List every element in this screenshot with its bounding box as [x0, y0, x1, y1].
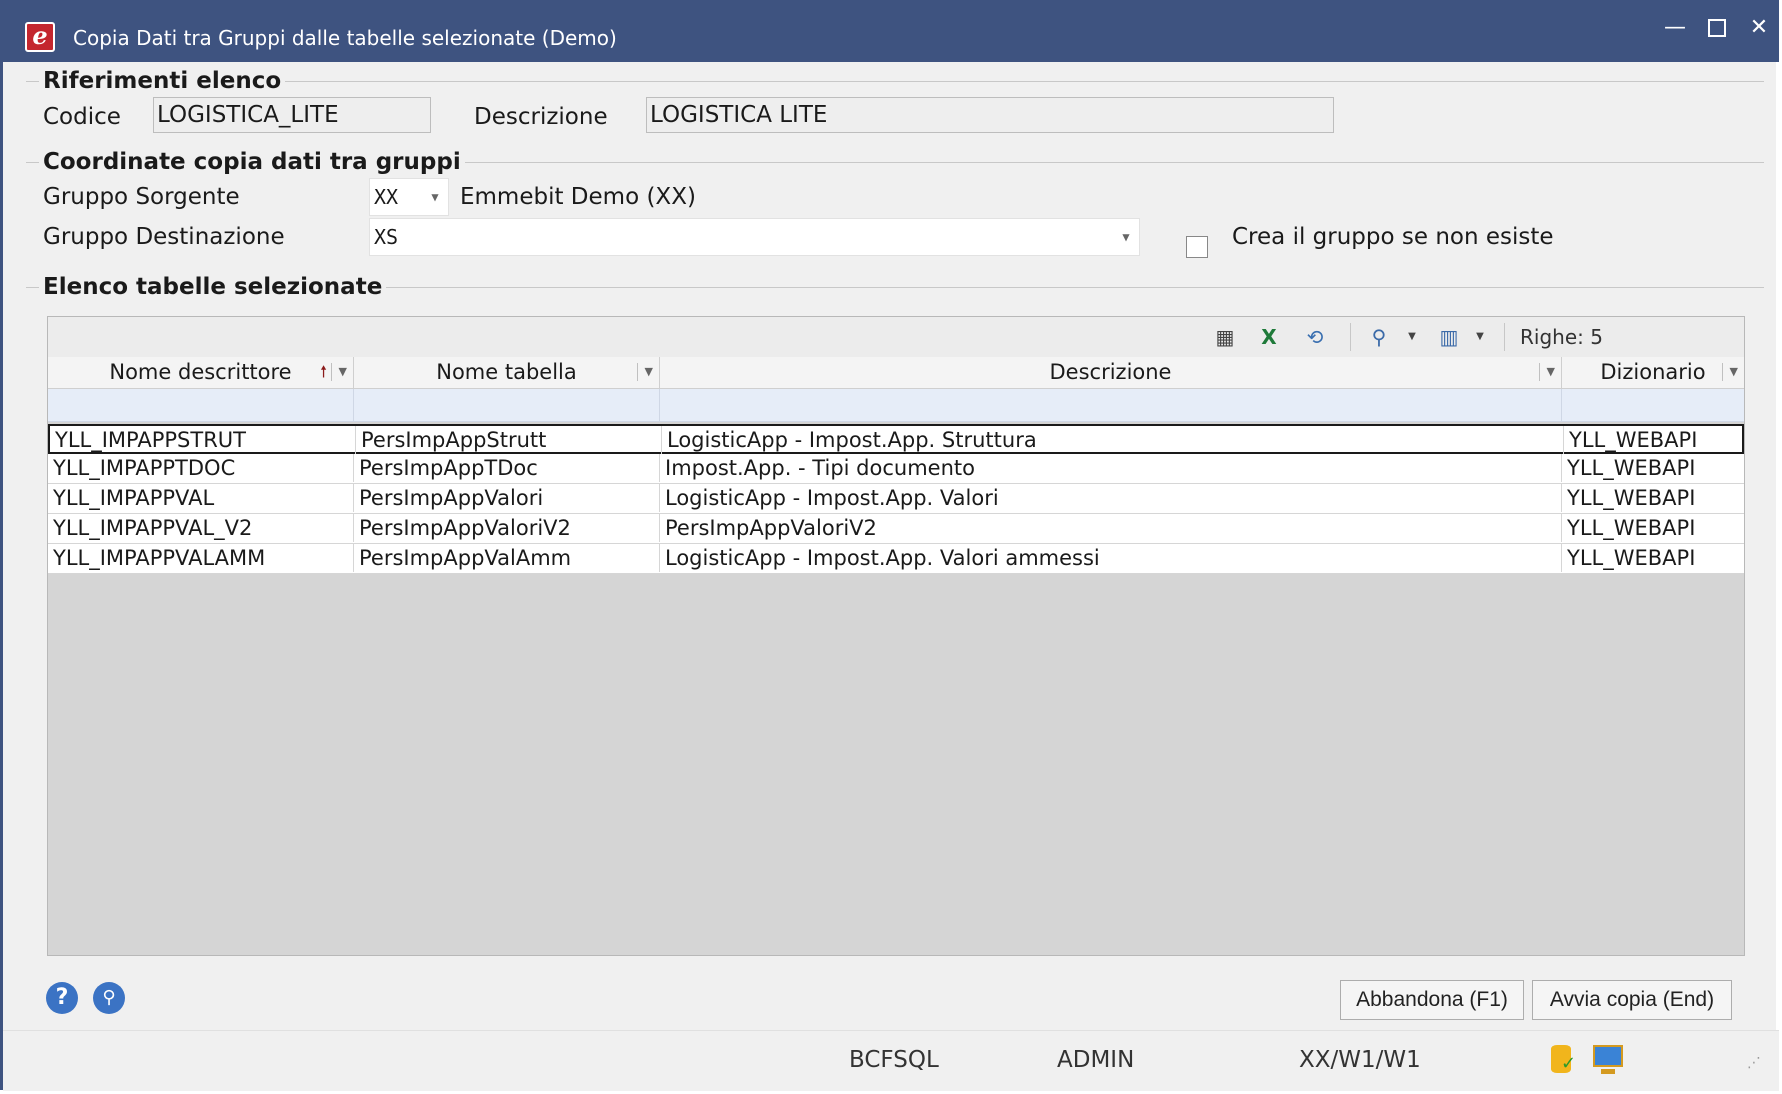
group-coordinate: Coordinate copia dati tra gruppi — [6, 147, 1764, 177]
table-row[interactable]: YLL_IMPAPPVAL PersImpAppValori LogisticA… — [48, 484, 1744, 514]
cell-dizionario[interactable]: YLL_WEBAPI — [1562, 454, 1744, 482]
cell-nome-tabella[interactable]: PersImpAppValAmm — [354, 544, 660, 572]
column-filter-dropdown-icon[interactable]: ▼ — [1538, 357, 1555, 387]
crea-gruppo-checkbox[interactable] — [1186, 236, 1208, 258]
gruppo-sorgente-value: XX — [374, 185, 399, 209]
group-elenco: Elenco tabelle selezionate — [6, 272, 1764, 302]
table-row[interactable]: YLL_IMPAPPTDOC PersImpAppTDoc Impost.App… — [48, 454, 1744, 484]
cell-descrizione[interactable]: LogisticApp - Impost.App. Valori ammessi — [660, 544, 1562, 572]
chevron-down-icon[interactable]: ▼ — [1472, 322, 1488, 352]
group-title: Riferimenti elenco — [39, 66, 286, 96]
status-bar: BCFSQL ADMIN XX/W1/W1 ⋰ — [3, 1030, 1779, 1091]
grid-toolbar: ▦ X ⟲ ⚲ ▼ ▥ ▼ Righe: 5 — [48, 317, 1744, 358]
gruppo-destinazione-combo[interactable]: XS ▼ — [369, 218, 1140, 256]
database-connected-icon — [1551, 1045, 1576, 1074]
descrizione-field[interactable]: LOGISTICA LITE — [646, 97, 1334, 133]
gruppo-destinazione-value: XS — [374, 225, 399, 249]
gruppo-sorgente-combo[interactable]: XX ▼ — [369, 178, 449, 216]
rows-count: Righe: 5 — [1520, 325, 1603, 349]
sort-ascending-icon[interactable]: 🠕 — [320, 357, 327, 387]
group-title: Elenco tabelle selezionate — [39, 272, 387, 302]
maximize-icon — [1708, 19, 1726, 37]
cell-nome-descrittore[interactable]: YLL_IMPAPPSTRUT — [50, 426, 356, 454]
title-bar[interactable]: e Copia Dati tra Gruppi dalle tabelle se… — [3, 0, 1779, 62]
filter-cell[interactable] — [354, 389, 660, 421]
maximize-button[interactable] — [1697, 10, 1737, 46]
cell-nome-tabella[interactable]: PersImpAppValoriV2 — [354, 514, 660, 542]
cell-descrizione[interactable]: Impost.App. - Tipi documento — [660, 454, 1562, 482]
tables-grid: ▦ X ⟲ ⚲ ▼ ▥ ▼ Righe: 5 Nome descrittore … — [47, 316, 1745, 956]
column-header-label: Nome tabella — [436, 360, 577, 384]
table-row[interactable]: YLL_IMPAPPVAL_V2 PersImpAppValoriV2 Pers… — [48, 514, 1744, 544]
gruppo-sorgente-label: Gruppo Sorgente — [43, 184, 240, 210]
close-button[interactable]: ✕ — [1739, 10, 1779, 46]
cell-nome-tabella[interactable]: PersImpAppStrutt — [356, 426, 662, 454]
filter-cell[interactable] — [1562, 389, 1744, 421]
gruppo-sorgente-description: Emmebit Demo (XX) — [460, 184, 696, 210]
avvia-copia-button[interactable]: Avvia copia (End) — [1532, 980, 1732, 1020]
codice-field[interactable]: LOGISTICA_LITE — [153, 97, 431, 133]
descrizione-label: Descrizione — [474, 104, 608, 130]
zoom-search-button[interactable]: ⚲ — [93, 982, 125, 1014]
status-server: BCFSQL — [849, 1047, 939, 1073]
refresh-layout-icon[interactable]: ⟲ — [1298, 322, 1332, 352]
status-context: XX/W1/W1 — [1299, 1047, 1421, 1073]
cell-dizionario[interactable]: YLL_WEBAPI — [1562, 484, 1744, 512]
resize-grip-icon[interactable]: ⋰ — [1747, 1055, 1761, 1071]
chevron-down-icon[interactable]: ▼ — [1404, 322, 1420, 352]
minimize-button[interactable]: — — [1655, 10, 1695, 46]
crea-gruppo-label[interactable]: Crea il gruppo se non esiste — [1232, 222, 1554, 252]
dialog-content: Riferimenti elenco Codice LOGISTICA_LITE… — [6, 62, 1776, 1030]
column-header-label: Nome descrittore — [109, 360, 292, 384]
column-header-descrizione[interactable]: Descrizione ▼ — [660, 357, 1562, 389]
filter-cell[interactable] — [48, 389, 354, 421]
column-header-nome-tabella[interactable]: Nome tabella ▼ — [354, 357, 660, 389]
cell-nome-descrittore[interactable]: YLL_IMPAPPTDOC — [48, 454, 354, 482]
cell-descrizione[interactable]: PersImpAppValoriV2 — [660, 514, 1562, 542]
toolbar-separator — [1350, 323, 1351, 351]
cell-dizionario[interactable]: YLL_WEBAPI — [1562, 514, 1744, 542]
filter-cell[interactable] — [660, 389, 1562, 421]
cell-nome-tabella[interactable]: PersImpAppTDoc — [354, 454, 660, 482]
column-chooser-icon[interactable]: ▥ — [1432, 322, 1466, 352]
toolbar-separator — [1504, 323, 1505, 351]
chevron-down-icon[interactable]: ▼ — [422, 179, 448, 215]
status-user: ADMIN — [1057, 1047, 1135, 1073]
cell-descrizione[interactable]: LogisticApp - Impost.App. Valori — [660, 484, 1562, 512]
chevron-down-icon[interactable]: ▼ — [1113, 219, 1139, 255]
codice-label: Codice — [43, 104, 121, 130]
excel-export-icon[interactable]: X — [1252, 322, 1286, 352]
window-title: Copia Dati tra Gruppi dalle tabelle sele… — [73, 26, 617, 50]
search-icon[interactable]: ⚲ — [1362, 322, 1396, 352]
dialog-window: e Copia Dati tra Gruppi dalle tabelle se… — [0, 0, 1779, 1091]
cell-nome-descrittore[interactable]: YLL_IMPAPPVAL — [48, 484, 354, 512]
cell-dizionario[interactable]: YLL_WEBAPI — [1564, 426, 1744, 454]
column-filter-dropdown-icon[interactable]: ▼ — [330, 357, 347, 387]
cell-nome-descrittore[interactable]: YLL_IMPAPPVALAMM — [48, 544, 354, 572]
abbandona-button[interactable]: Abbandona (F1) — [1340, 980, 1524, 1020]
column-header-nome-descrittore[interactable]: Nome descrittore 🠕 ▼ — [48, 357, 354, 389]
magnifier-icon: ⚲ — [102, 987, 116, 1008]
column-header-label: Dizionario — [1600, 360, 1706, 384]
table-row[interactable]: YLL_IMPAPPVALAMM PersImpAppValAmm Logist… — [48, 544, 1744, 574]
cell-nome-descrittore[interactable]: YLL_IMPAPPVAL_V2 — [48, 514, 354, 542]
cell-nome-tabella[interactable]: PersImpAppValori — [354, 484, 660, 512]
app-logo-icon: e — [25, 22, 55, 52]
group-divider — [26, 81, 1764, 82]
gruppo-destinazione-label: Gruppo Destinazione — [43, 224, 285, 250]
group-title: Coordinate copia dati tra gruppi — [39, 147, 465, 177]
cell-dizionario[interactable]: YLL_WEBAPI — [1562, 544, 1744, 572]
print-grid-icon[interactable]: ▦ — [1208, 322, 1242, 352]
cell-descrizione[interactable]: LogisticApp - Impost.App. Struttura — [662, 426, 1564, 454]
column-header-dizionario[interactable]: Dizionario ▼ — [1562, 357, 1744, 389]
column-header-label: Descrizione — [1049, 360, 1172, 384]
help-button[interactable]: ? — [46, 982, 78, 1014]
column-filter-dropdown-icon[interactable]: ▼ — [1721, 357, 1738, 387]
table-row[interactable]: YLL_IMPAPPSTRUT PersImpAppStrutt Logisti… — [48, 424, 1744, 454]
computer-icon — [1593, 1045, 1623, 1074]
grid-filter-row[interactable] — [48, 389, 1744, 422]
column-filter-dropdown-icon[interactable]: ▼ — [636, 357, 653, 387]
group-riferimenti: Riferimenti elenco — [6, 66, 1764, 96]
